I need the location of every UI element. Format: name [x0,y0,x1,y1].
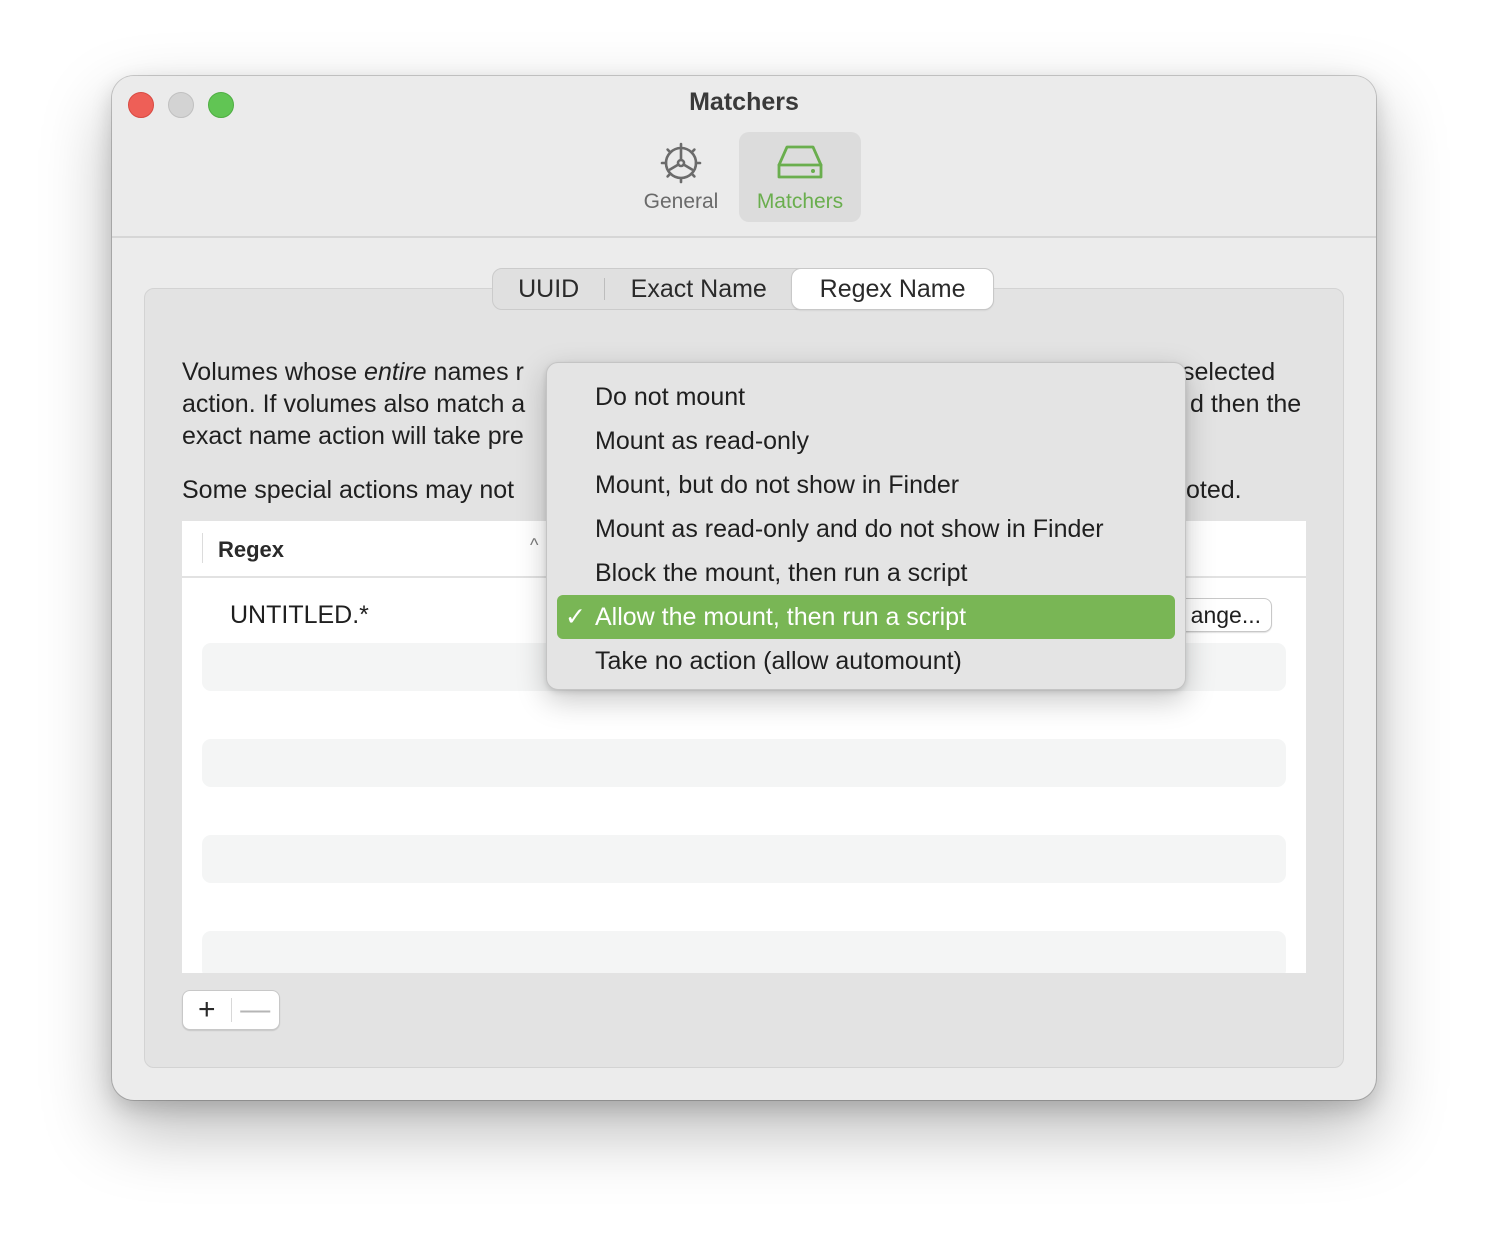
table-row-stripe [202,835,1286,883]
menu-item-allow-run-script[interactable]: ✓ Allow the mount, then run a script [557,595,1175,639]
menu-item-mount-hidden[interactable]: Mount, but do not show in Finder [557,463,1175,507]
toolbar-matchers[interactable]: Matchers [739,132,861,222]
menu-item-do-not-mount[interactable]: Do not mount [557,375,1175,419]
table-row-regex[interactable]: UNTITLED.* [230,601,369,630]
column-separator [202,533,203,563]
description-line-2-right: d then the [1190,390,1302,418]
table-row-stripe [202,739,1286,787]
action-popup-menu: Do not mount Mount as read-only Mount, b… [546,362,1186,690]
segment-exact-name[interactable]: Exact Name [605,269,792,309]
segment-uuid[interactable]: UUID [493,269,604,309]
description-p2-right: oted. [1186,476,1242,504]
table-row-stripe [202,931,1286,973]
matcher-type-segmented-control[interactable]: UUID Exact Name Regex Name [492,268,994,310]
window-title: Matchers [689,88,799,116]
menu-item-take-no-action[interactable]: Take no action (allow automount) [557,639,1175,683]
title-bar: Matchers General Matchers [112,76,1376,238]
menu-item-mount-read-only-hidden[interactable]: Mount as read-only and do not show in Fi… [557,507,1175,551]
menu-item-block-run-script[interactable]: Block the mount, then run a script [557,551,1175,595]
column-header-regex[interactable]: Regex [218,537,284,563]
drive-icon [775,140,825,186]
menu-item-mount-read-only[interactable]: Mount as read-only [557,419,1175,463]
remove-button[interactable]: — [231,991,279,1029]
add-remove-control: + — [182,990,280,1030]
checkmark-icon: ✓ [565,603,586,631]
toolbar-matchers-label: Matchers [756,190,844,213]
gear-icon [658,140,704,186]
add-button[interactable]: + [183,991,231,1029]
toolbar-general-label: General [643,190,719,213]
segment-regex-name[interactable]: Regex Name [792,269,993,309]
description-line-1-right: selected [1182,358,1276,386]
sort-indicator-icon: ^ [530,535,539,555]
toolbar-general[interactable]: General [620,132,742,222]
